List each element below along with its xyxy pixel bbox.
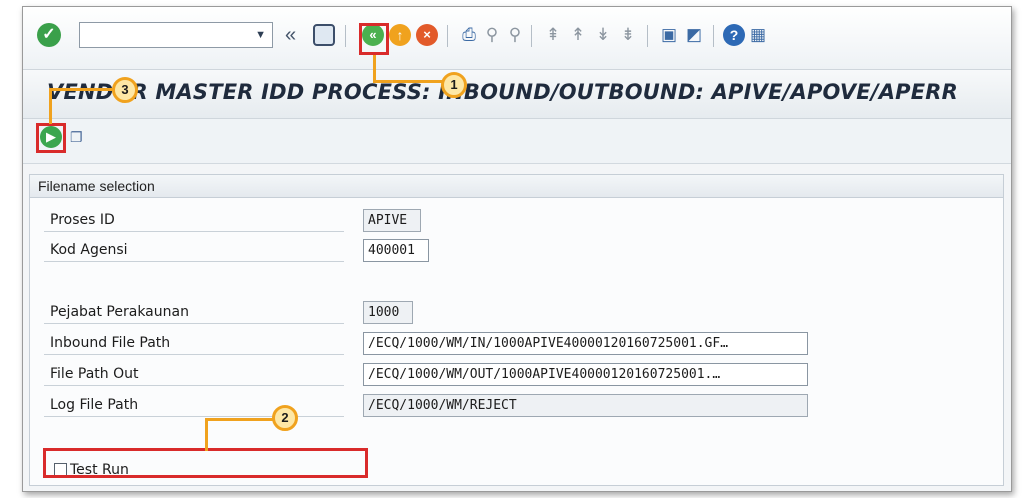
field-label: Kod Agensi <box>44 239 344 262</box>
dropdown-icon[interactable]: ▼ <box>255 29 266 41</box>
group-header: Filename selection <box>30 175 1003 198</box>
sap-window: ✓ ▼ « « ↑ × ⎙ ⚲ ⚲ ⇞ ↟ ↡ ⇟ ▣ ◩ ? ▦ VENDOR… <box>22 6 1012 492</box>
field-label: Log File Path <box>44 394 344 417</box>
last-page-icon[interactable]: ⇟ <box>617 24 639 46</box>
highlight-back-button <box>359 23 389 55</box>
previous-page-icon[interactable]: ↟ <box>567 24 589 46</box>
field-row-kod-agensi: Kod Agensi <box>44 239 354 263</box>
kod-agensi-field[interactable]: 400001 <box>363 239 429 262</box>
connector-line <box>49 88 52 124</box>
callout-1: 1 <box>441 72 467 98</box>
field-label: Proses ID <box>44 209 344 232</box>
callout-3: 3 <box>112 77 138 103</box>
help-icon[interactable]: ? <box>723 24 745 46</box>
separator <box>447 25 448 47</box>
customize-layout-icon[interactable]: ▦ <box>747 24 769 46</box>
connector-line <box>205 418 275 421</box>
find-next-icon[interactable]: ⚲ <box>504 24 526 46</box>
log-file-path-field: /ECQ/1000/WM/REJECT <box>363 394 808 417</box>
inbound-file-path-field[interactable]: /ECQ/1000/WM/IN/1000APIVE400001201607250… <box>363 332 808 355</box>
field-row-log-file-path: Log File Path <box>44 394 354 418</box>
find-icon[interactable]: ⚲ <box>481 24 503 46</box>
title-bar: VENDOR MASTER IDD PROCESS: INBOUND/OUTBO… <box>23 70 1011 119</box>
connector-line <box>373 80 443 83</box>
print-icon[interactable]: ⎙ <box>458 24 480 46</box>
callout-2: 2 <box>272 405 298 431</box>
connector-line <box>373 55 376 83</box>
field-label: File Path Out <box>44 363 344 386</box>
next-page-icon[interactable]: ↡ <box>592 24 614 46</box>
proses-id-field: APIVE <box>363 209 421 232</box>
checkmark-icon[interactable]: ✓ <box>37 23 61 47</box>
field-row-pejabat-perakaunan: Pejabat Perakaunan <box>44 301 354 325</box>
field-label: Pejabat Perakaunan <box>44 301 344 324</box>
shortcut-icon[interactable]: ◩ <box>683 24 705 46</box>
separator <box>345 25 346 47</box>
pejabat-perakaunan-field: 1000 <box>363 301 413 324</box>
highlight-execute-button <box>36 123 66 153</box>
field-row-inbound-file-path: Inbound File Path <box>44 332 354 356</box>
field-label: Inbound File Path <box>44 332 344 355</box>
command-field[interactable]: ▼ <box>79 22 273 48</box>
highlight-test-run <box>43 448 368 478</box>
application-toolbar: ▶ ❐ <box>23 119 1011 164</box>
separator <box>531 25 532 47</box>
page-title: VENDOR MASTER IDD PROCESS: INBOUND/OUTBO… <box>47 80 959 104</box>
filename-selection-group: Filename selection Proses ID APIVE Kod A… <box>29 174 1004 486</box>
create-session-icon[interactable]: ▣ <box>658 24 680 46</box>
separator <box>713 25 714 47</box>
first-page-icon[interactable]: ⇞ <box>542 24 564 46</box>
exit-icon[interactable]: ↑ <box>389 24 411 46</box>
file-path-out-field[interactable]: /ECQ/1000/WM/OUT/1000APIVE40000120160725… <box>363 363 808 386</box>
save-icon[interactable] <box>313 24 335 46</box>
field-row-file-path-out: File Path Out <box>44 363 354 387</box>
connector-line <box>205 421 208 451</box>
standard-toolbar: ✓ ▼ « « ↑ × ⎙ ⚲ ⚲ ⇞ ↟ ↡ ⇟ ▣ ◩ ? ▦ <box>23 7 1011 70</box>
connector-line <box>49 88 113 91</box>
separator <box>647 25 648 47</box>
collapse-icon[interactable]: « <box>285 21 296 49</box>
get-variant-icon[interactable]: ❐ <box>70 128 88 146</box>
cancel-icon[interactable]: × <box>416 24 438 46</box>
field-row-proses-id: Proses ID <box>44 209 354 233</box>
